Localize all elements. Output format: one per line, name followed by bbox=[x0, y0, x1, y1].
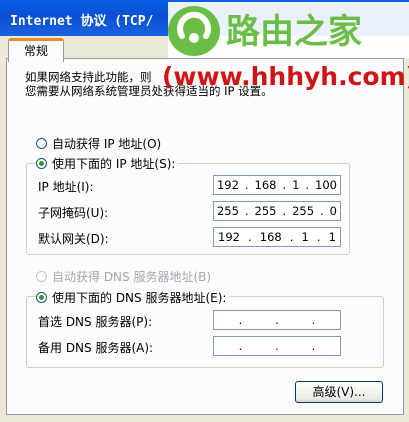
preferred-dns-field[interactable]: . . . bbox=[213, 310, 341, 330]
ip-octet: 168 bbox=[254, 178, 277, 192]
manual-ip-label: 使用下面的 IP 地址(S): bbox=[52, 157, 176, 171]
ip-octet: 255 bbox=[254, 204, 277, 218]
auto-ip-label: 自动获得 IP 地址(O) bbox=[52, 137, 162, 151]
alternate-dns-label: 备用 DNS 服务器(A): bbox=[38, 341, 154, 355]
auto-ip-radio[interactable]: 自动获得 IP 地址(O) bbox=[36, 135, 161, 152]
ip-octet: 0 bbox=[329, 204, 337, 218]
default-gateway-field[interactable]: 192. 168. 1. 1 bbox=[213, 227, 341, 247]
auto-dns-radio-dot bbox=[36, 271, 47, 282]
auto-dns-radio[interactable]: 自动获得 DNS 服务器地址(B) bbox=[36, 268, 211, 285]
manual-ip-radio[interactable]: 使用下面的 IP 地址(S): bbox=[36, 155, 179, 172]
ip-octet: 1 bbox=[301, 230, 309, 244]
alternate-dns-field[interactable]: . . . bbox=[213, 336, 341, 356]
ip-octet: 1 bbox=[292, 178, 300, 192]
preferred-dns-label: 首选 DNS 服务器(P): bbox=[38, 315, 153, 329]
ip-octet: 1 bbox=[328, 230, 336, 244]
watermark-logo-icon bbox=[168, 6, 220, 56]
manual-dns-radio[interactable]: 使用下面的 DNS 服务器地址(E): bbox=[36, 289, 230, 306]
window-title: Internet 协议 (TCP/ bbox=[10, 14, 154, 29]
manual-dns-label: 使用下面的 DNS 服务器地址(E): bbox=[52, 291, 227, 305]
ip-octet: 192 bbox=[218, 230, 240, 244]
watermark-url: (www.hhhyh.com) bbox=[162, 62, 409, 91]
auto-ip-radio-dot bbox=[36, 138, 47, 149]
subnet-mask-label: 子网掩码(U): bbox=[38, 206, 109, 220]
ip-address-label: IP 地址(I): bbox=[38, 180, 94, 194]
ip-address-field[interactable]: 192. 168. 1. 100 bbox=[213, 175, 341, 195]
ip-octet: 168 bbox=[259, 230, 282, 244]
tab-general[interactable]: 常规 bbox=[8, 38, 64, 62]
dns-group bbox=[26, 296, 384, 368]
auto-dns-label: 自动获得 DNS 服务器地址(B) bbox=[52, 270, 212, 284]
ip-octet: 192 bbox=[216, 178, 239, 192]
ip-octet: 100 bbox=[315, 178, 337, 192]
manual-ip-radio-dot bbox=[36, 158, 47, 169]
default-gateway-label: 默认网关(D): bbox=[38, 232, 109, 246]
manual-dns-radio-dot bbox=[36, 292, 47, 303]
ip-octet: 255 bbox=[216, 204, 239, 218]
subnet-mask-field[interactable]: 255. 255. 255. 0 bbox=[213, 201, 341, 221]
ip-octet: 255 bbox=[292, 204, 315, 218]
watermark-site-name: 路由之家 bbox=[226, 12, 362, 52]
advanced-button[interactable]: 高级(V)... bbox=[295, 381, 383, 403]
